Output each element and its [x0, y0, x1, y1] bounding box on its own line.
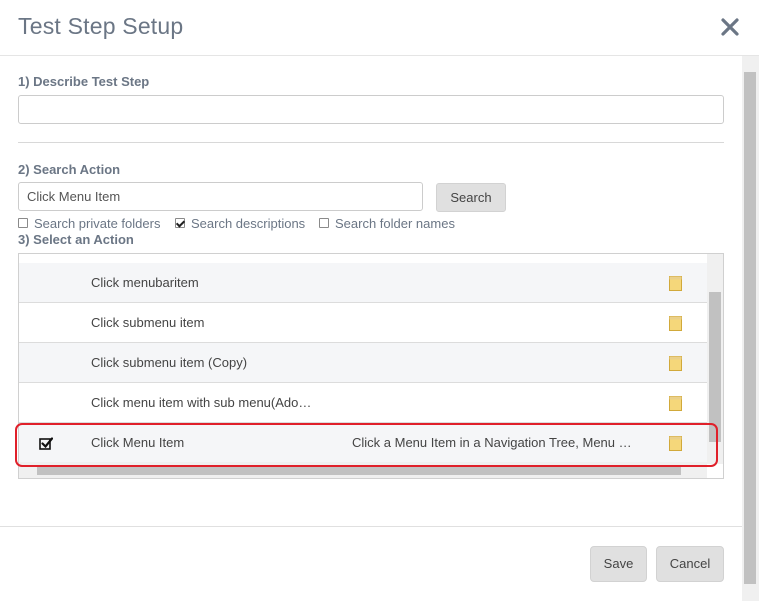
descriptions-checkbox[interactable] [175, 218, 185, 228]
dialog-scroll-thumb[interactable] [744, 72, 756, 584]
folder-names-checkbox[interactable] [319, 218, 329, 228]
action-name: Click menubaritem [91, 275, 199, 290]
action-name: Click submenu item (Copy) [91, 355, 248, 370]
folder-icon [669, 276, 682, 291]
save-button[interactable]: Save [590, 546, 647, 582]
folder-icon [669, 436, 682, 451]
action-name: Click menu item with sub menu(Ado… [91, 395, 312, 410]
option-search-private-folders[interactable]: Search private folders [18, 215, 160, 231]
folder-icon [669, 356, 682, 371]
table-row[interactable]: Click submenu item [19, 303, 707, 343]
dialog-footer: Save Cancel [0, 526, 742, 601]
table-row-selected[interactable]: Click Menu Item Click a Menu Item in a N… [19, 423, 707, 463]
option-label: Search private folders [34, 215, 161, 231]
cancel-button[interactable]: Cancel [656, 546, 724, 582]
action-name: Click submenu item [91, 315, 205, 330]
folder-icon [669, 316, 682, 331]
option-label: Search folder names [335, 215, 455, 231]
search-action-label: 2) Search Action [18, 162, 121, 177]
select-action-label: 3) Select an Action [18, 232, 134, 247]
table-row[interactable]: Click menu item with sub menu(Ado… [19, 383, 707, 423]
option-search-descriptions[interactable]: Search descriptions [175, 215, 305, 231]
action-name: Click Menu Item [91, 435, 185, 450]
grid-horizontal-scroll-thumb[interactable] [37, 465, 681, 475]
grid-vertical-scrollbar[interactable] [707, 254, 723, 464]
describe-step-input[interactable] [18, 95, 724, 124]
section-divider [18, 142, 724, 143]
option-label: Search descriptions [191, 215, 306, 231]
search-button[interactable]: Search [436, 183, 506, 212]
checked-checkbox-icon[interactable] [39, 436, 54, 450]
close-icon[interactable] [718, 15, 742, 39]
private-folders-checkbox[interactable] [18, 218, 28, 228]
grid-horizontal-scrollbar[interactable] [19, 462, 707, 478]
dialog-vertical-scrollbar[interactable] [742, 56, 759, 601]
search-input[interactable]: Click Menu Item [18, 182, 423, 211]
table-row[interactable]: Click submenu item (Copy) [19, 343, 707, 383]
grid-vertical-scroll-thumb[interactable] [709, 292, 721, 442]
test-step-setup-dialog: Test Step Setup 1) Describe Test Step 2)… [0, 0, 759, 601]
table-row[interactable]: Click menubaritem [19, 263, 707, 303]
dialog-title: Test Step Setup [18, 13, 184, 39]
actions-grid: Click menubaritem Click submenu item Cli… [18, 253, 724, 479]
option-search-folder-names[interactable]: Search folder names [319, 215, 455, 231]
describe-step-label: 1) Describe Test Step [18, 74, 150, 89]
dialog-header: Test Step Setup [0, 0, 759, 56]
action-description: Click a Menu Item in a Navigation Tree, … [352, 435, 632, 450]
folder-icon [669, 396, 682, 411]
